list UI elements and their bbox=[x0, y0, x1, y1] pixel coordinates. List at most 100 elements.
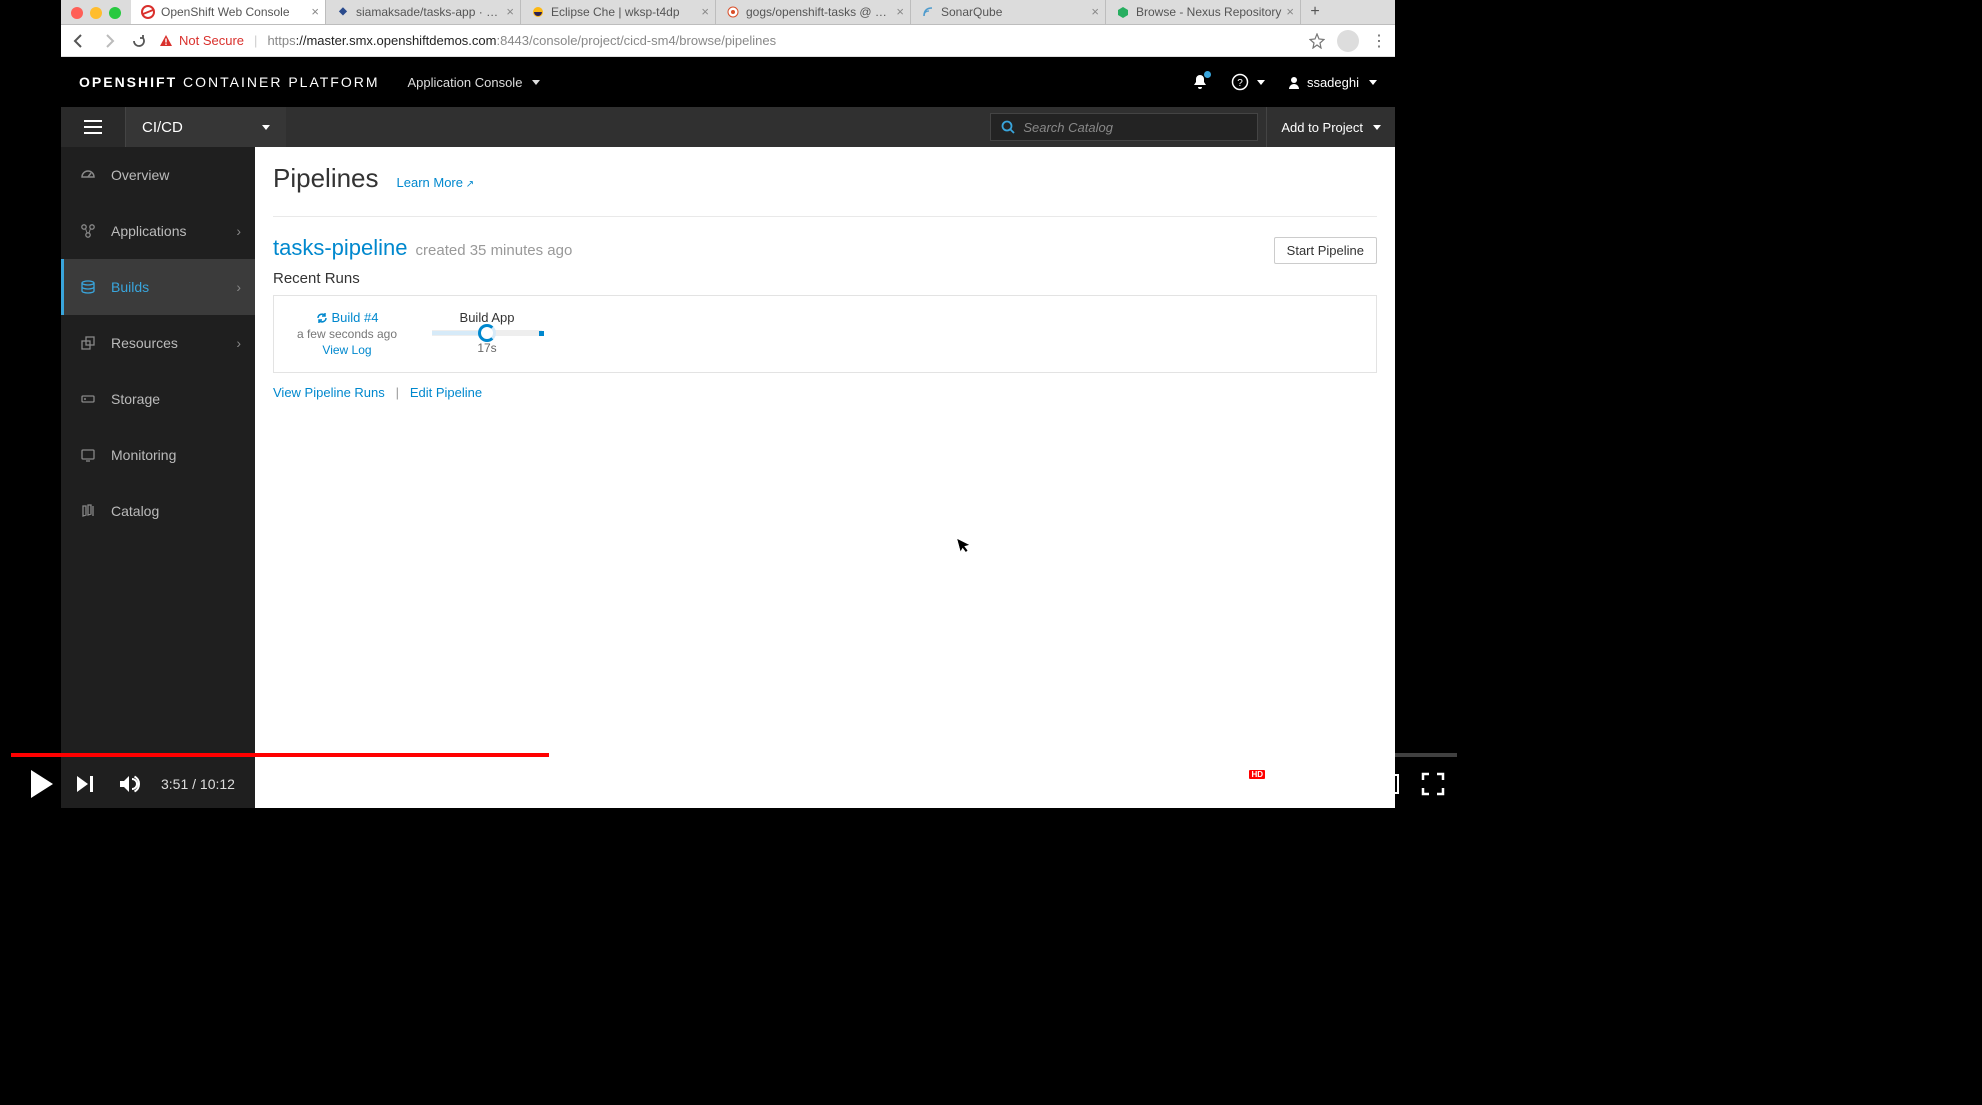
sidebar-item-label: Builds bbox=[111, 279, 149, 295]
user-icon bbox=[1287, 75, 1301, 89]
browser-window: OpenShift Web Console × ◆ siamaksade/tas… bbox=[61, 0, 1395, 808]
browser-tab[interactable]: Eclipse Che | wksp-t4dp × bbox=[521, 0, 716, 24]
stage-end-dot bbox=[539, 331, 544, 336]
openshift-logo: OPENSHIFT CONTAINER PLATFORM bbox=[79, 74, 380, 90]
browser-tab[interactable]: Browse - Nexus Repository × bbox=[1106, 0, 1301, 24]
next-video-button[interactable] bbox=[63, 762, 107, 806]
svg-text:?: ? bbox=[1238, 78, 1244, 89]
learn-more-link[interactable]: Learn More bbox=[397, 175, 475, 190]
application-console-dropdown[interactable]: Application Console bbox=[408, 75, 541, 90]
sidebar-item-overview[interactable]: Overview bbox=[61, 147, 255, 203]
applications-icon bbox=[79, 222, 97, 240]
spinner-icon bbox=[478, 324, 496, 342]
sonarqube-favicon-icon bbox=[921, 5, 935, 19]
search-icon bbox=[1001, 120, 1015, 134]
volume-button[interactable] bbox=[107, 762, 151, 806]
sidebar-item-applications[interactable]: Applications bbox=[61, 203, 255, 259]
sidebar-item-label: Monitoring bbox=[111, 447, 176, 463]
stage-name-label: Build App bbox=[460, 310, 515, 325]
sidebar-toggle-button[interactable] bbox=[61, 107, 126, 147]
browser-url-bar: Not Secure | https://master.smx.openshif… bbox=[61, 25, 1395, 57]
edit-pipeline-link[interactable]: Edit Pipeline bbox=[410, 385, 482, 400]
sidebar-item-label: Catalog bbox=[111, 503, 159, 519]
mouse-cursor-icon bbox=[957, 536, 973, 555]
miniplayer-icon[interactable] bbox=[1279, 768, 1311, 800]
forward-button[interactable] bbox=[99, 31, 119, 51]
play-button[interactable] bbox=[19, 762, 63, 806]
sidebar-item-label: Applications bbox=[111, 223, 187, 239]
project-selector-dropdown[interactable]: CI/CD bbox=[126, 107, 286, 147]
tab-title: siamaksade/tasks-app · Qua bbox=[356, 5, 502, 19]
tab-title: OpenShift Web Console bbox=[161, 5, 307, 19]
close-tab-icon[interactable]: × bbox=[1091, 4, 1099, 19]
pipeline-stage: Build App 17s bbox=[432, 310, 542, 355]
build-link[interactable]: Build #4 bbox=[316, 310, 379, 325]
fullscreen-icon[interactable] bbox=[1417, 768, 1449, 800]
resources-icon bbox=[79, 334, 97, 352]
not-secure-label: Not Secure bbox=[179, 33, 244, 48]
sidebar-item-catalog[interactable]: Catalog bbox=[61, 483, 255, 539]
browser-tab[interactable]: OpenShift Web Console × bbox=[131, 0, 326, 24]
storage-icon bbox=[79, 390, 97, 408]
hd-badge: HD bbox=[1249, 770, 1265, 779]
sidebar-item-label: Overview bbox=[111, 167, 169, 183]
sync-icon bbox=[316, 312, 328, 324]
eclipse-favicon-icon bbox=[531, 5, 545, 19]
recent-runs-heading: Recent Runs bbox=[273, 270, 1377, 287]
reload-button[interactable] bbox=[129, 31, 149, 51]
sidebar-item-resources[interactable]: Resources bbox=[61, 315, 255, 371]
not-secure-warning: Not Secure bbox=[159, 33, 244, 48]
start-pipeline-button[interactable]: Start Pipeline bbox=[1274, 237, 1377, 264]
openshift-favicon-icon bbox=[141, 5, 155, 19]
close-tab-icon[interactable]: × bbox=[506, 4, 514, 19]
close-window-button[interactable] bbox=[71, 7, 83, 19]
mac-traffic-lights bbox=[71, 7, 121, 19]
warning-icon bbox=[159, 34, 173, 48]
openshift-header: OPENSHIFT CONTAINER PLATFORM Application… bbox=[61, 57, 1395, 107]
project-name-label: CI/CD bbox=[142, 119, 183, 136]
browser-tab-strip: OpenShift Web Console × ◆ siamaksade/tas… bbox=[61, 0, 1395, 25]
sidebar-item-monitoring[interactable]: Monitoring bbox=[61, 427, 255, 483]
minimize-window-button[interactable] bbox=[90, 7, 102, 19]
browser-tab[interactable]: ◆ siamaksade/tasks-app · Qua × bbox=[326, 0, 521, 24]
bookmark-star-icon[interactable] bbox=[1309, 33, 1325, 49]
search-placeholder: Search Catalog bbox=[1023, 120, 1113, 135]
back-button[interactable] bbox=[69, 31, 89, 51]
gogs-favicon-icon bbox=[726, 5, 740, 19]
address-bar[interactable]: Not Secure | https://master.smx.openshif… bbox=[159, 25, 1299, 56]
profile-avatar-icon[interactable] bbox=[1337, 30, 1359, 52]
workspace-body: Overview Applications Builds Resources bbox=[61, 147, 1395, 808]
pipeline-created-label: created 35 minutes ago bbox=[416, 242, 573, 259]
sidebar-item-storage[interactable]: Storage bbox=[61, 371, 255, 427]
close-tab-icon[interactable]: × bbox=[701, 4, 709, 19]
notifications-bell-icon[interactable] bbox=[1191, 73, 1209, 91]
browser-tab[interactable]: gogs/openshift-tasks @ eap × bbox=[716, 0, 911, 24]
cast-icon[interactable] bbox=[1371, 768, 1403, 800]
add-to-project-button[interactable]: Add to Project bbox=[1266, 107, 1395, 147]
view-pipeline-runs-link[interactable]: View Pipeline Runs bbox=[273, 385, 385, 400]
maximize-window-button[interactable] bbox=[109, 7, 121, 19]
settings-gear-icon[interactable]: HD bbox=[1233, 768, 1265, 800]
new-tab-button[interactable]: + bbox=[1301, 0, 1329, 24]
search-catalog-input[interactable]: Search Catalog bbox=[990, 113, 1258, 141]
close-tab-icon[interactable]: × bbox=[311, 4, 319, 19]
sidebar-item-builds[interactable]: Builds bbox=[61, 259, 255, 315]
build-time-label: a few seconds ago bbox=[297, 327, 397, 341]
stage-duration-label: 17s bbox=[477, 341, 496, 355]
sidebar-item-label: Storage bbox=[111, 391, 160, 407]
video-progress-bar[interactable] bbox=[11, 753, 1457, 757]
view-log-link[interactable]: View Log bbox=[322, 343, 371, 357]
pipeline-run-card: Build #4 a few seconds ago View Log Buil… bbox=[273, 295, 1377, 373]
catalog-icon bbox=[79, 502, 97, 520]
page-title: Pipelines bbox=[273, 163, 379, 194]
pipeline-name-link[interactable]: tasks-pipeline bbox=[273, 235, 408, 261]
tab-title: Eclipse Che | wksp-t4dp bbox=[551, 5, 697, 19]
help-icon[interactable]: ? bbox=[1231, 73, 1265, 91]
browser-menu-icon[interactable]: ⋮ bbox=[1371, 31, 1387, 51]
user-menu-dropdown[interactable]: ssadeghi bbox=[1287, 75, 1377, 90]
close-tab-icon[interactable]: × bbox=[896, 4, 904, 19]
tab-title: Browse - Nexus Repository bbox=[1136, 5, 1282, 19]
close-tab-icon[interactable]: × bbox=[1286, 4, 1294, 19]
theater-mode-icon[interactable] bbox=[1325, 768, 1357, 800]
browser-tab[interactable]: SonarQube × bbox=[911, 0, 1106, 24]
